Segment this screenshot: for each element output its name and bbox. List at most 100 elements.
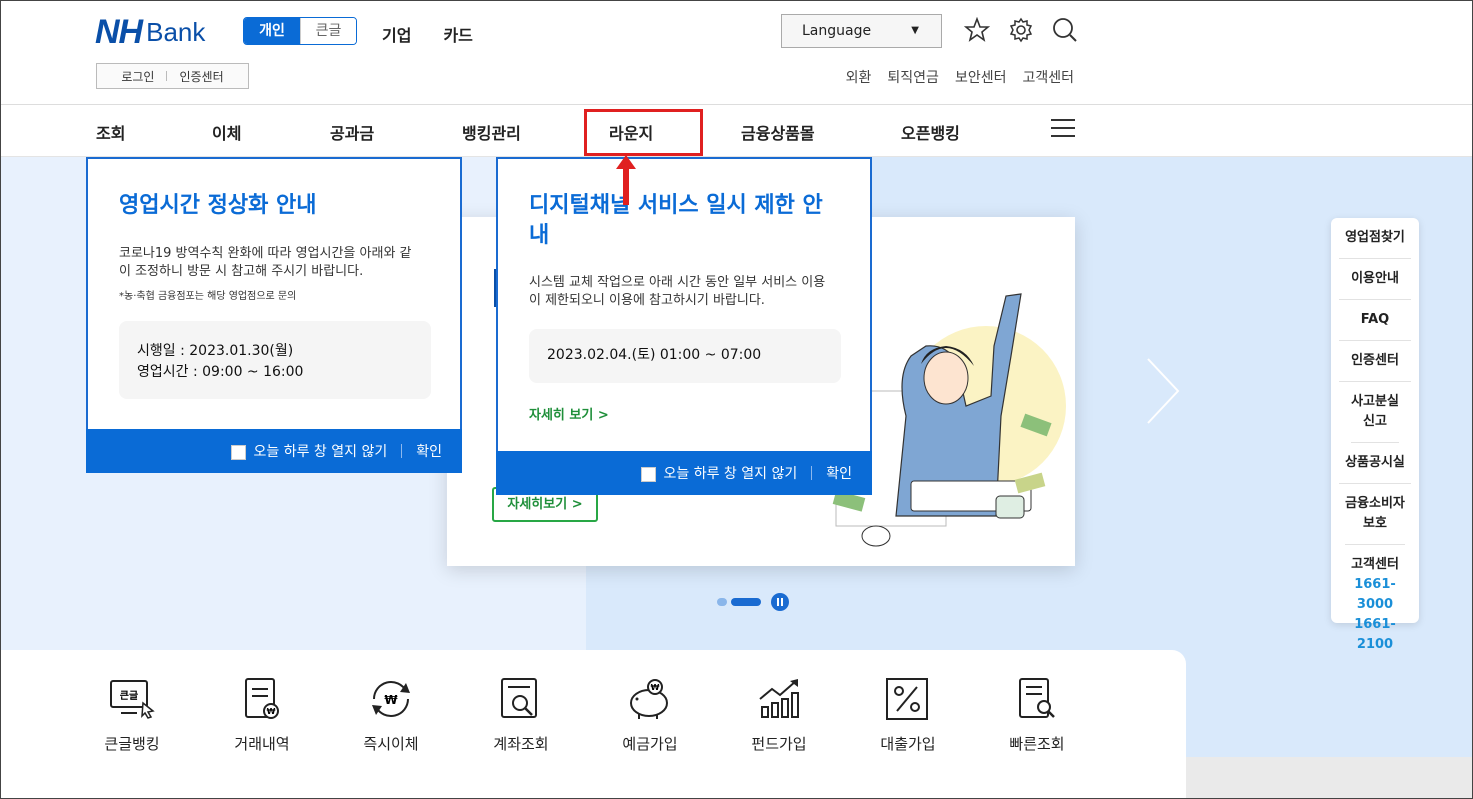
language-select[interactable]: Language ▼ <box>781 14 942 48</box>
nav-financial-mall[interactable]: 금융상품몰 <box>741 120 815 144</box>
popup-info-box: 2023.02.04.(토) 01:00 ~ 07:00 <box>529 329 841 383</box>
popup-title: 영업시간 정상화 안내 <box>119 193 317 218</box>
quick-find-branch[interactable]: 영업점찾기 <box>1339 218 1411 259</box>
nav-open-banking[interactable]: 오픈뱅킹 <box>901 120 960 144</box>
cert-center-link[interactable]: 인증센터 <box>179 68 223 85</box>
svg-text:큰글: 큰글 <box>120 690 138 702</box>
checkbox-icon <box>230 444 246 460</box>
quick-product-disclosure[interactable]: 상품공시실 <box>1339 443 1411 484</box>
quick-loss-report[interactable]: 사고분실 신고 <box>1351 382 1399 443</box>
confirm-button[interactable]: 확인 <box>416 441 442 461</box>
slide-indicator <box>717 593 789 611</box>
caret-down-icon: ▼ <box>911 25 919 36</box>
popup-info-hours: 영업시간 : 09:00 ~ 16:00 <box>137 364 304 380</box>
quick-faq[interactable]: FAQ <box>1339 300 1411 341</box>
piggy-bank-icon: ₩ <box>630 679 668 719</box>
search-icon[interactable] <box>1052 17 1078 43</box>
link-pension[interactable]: 퇴직연금 <box>887 67 939 87</box>
svg-text:₩: ₩ <box>651 683 660 692</box>
nav-utility-bills[interactable]: 공과금 <box>330 120 374 144</box>
svg-text:₩: ₩ <box>267 707 276 716</box>
star-icon[interactable] <box>963 16 991 43</box>
header-icons <box>963 16 1078 43</box>
link-customer[interactable]: 고객센터 <box>1022 67 1074 87</box>
quick-fast-inquiry[interactable]: 빠른조회 <box>982 677 1092 754</box>
checkbox-icon <box>640 466 656 482</box>
divider <box>811 466 813 480</box>
quick-cert-center[interactable]: 인증센터 <box>1339 341 1411 382</box>
quick-menu-label: 빠른조회 <box>1009 735 1065 753</box>
nh-bank-logo[interactable]: NH Bank <box>95 13 205 52</box>
dont-show-today-checkbox[interactable]: 오늘 하루 창 열지 않기 <box>640 463 798 483</box>
quick-deposit-join[interactable]: ₩ 예금가입 <box>595 677 705 754</box>
nav-transfer[interactable]: 이체 <box>212 120 241 144</box>
dont-show-today-checkbox[interactable]: 오늘 하루 창 열지 않기 <box>230 441 388 461</box>
tel-2[interactable]: 1661-2100 <box>1339 615 1411 655</box>
receipt-icon: ₩ <box>245 678 279 719</box>
customer-center-label: 고객센터 <box>1351 557 1399 572</box>
divider <box>401 444 403 458</box>
popup-note: *농·축협 금융점포는 해당 영업점으로 문의 <box>119 291 297 302</box>
site-header: NH Bank 개인 큰글 기업 카드 로그인 인증센터 Language ▼ … <box>1 1 1472 105</box>
quick-usage-guide[interactable]: 이용안내 <box>1339 259 1411 300</box>
dont-show-today-label: 오늘 하루 창 열지 않기 <box>663 466 798 482</box>
percent-icon <box>886 678 928 720</box>
logo-bank-text: Bank <box>146 17 206 47</box>
popup-footer: 오늘 하루 창 열지 않기 확인 <box>86 429 462 473</box>
popup-business-hours: 영업시간 정상화 안내 코로나19 방역수칙 완화에 따라 영업시간을 아래와 … <box>86 157 462 473</box>
login-box: 로그인 인증센터 <box>96 63 249 89</box>
popup-footer: 오늘 하루 창 열지 않기 확인 <box>496 451 872 495</box>
hamburger-menu-icon[interactable] <box>1051 119 1075 139</box>
quick-menu-label: 대출가입 <box>880 735 936 753</box>
popup-digital-service-notice: 디지털채널 서비스 일시 제한 안내 시스템 교체 작업으로 아래 시간 동안 … <box>496 157 872 495</box>
quick-side-menu: 영업점찾기 이용안내 FAQ 인증센터 사고분실 신고 상품공시실 금융소비자 … <box>1331 218 1419 652</box>
quick-large-text-banking[interactable]: 큰글 큰글뱅킹 <box>77 677 187 754</box>
link-corporate[interactable]: 기업 <box>382 22 411 46</box>
link-forex[interactable]: 외환 <box>846 67 872 87</box>
nav-banking-mgmt[interactable]: 뱅킹관리 <box>462 120 521 144</box>
slide-dot-2-active[interactable] <box>731 598 761 606</box>
slide-next-arrow-icon[interactable] <box>1143 356 1183 426</box>
quick-transaction-history[interactable]: ₩ 거래내역 <box>207 677 317 754</box>
quick-menu-label: 즉시이체 <box>363 735 419 753</box>
top-links: 기업 카드 <box>382 22 473 46</box>
tel-1[interactable]: 1661-3000 <box>1339 575 1411 615</box>
quick-menu-label: 예금가입 <box>622 735 678 753</box>
red-arrow-up-icon <box>616 155 636 205</box>
link-card[interactable]: 카드 <box>443 22 472 46</box>
quick-menu-label: 계좌조회 <box>493 735 549 753</box>
quick-consumer-protection[interactable]: 금융소비자 보호 <box>1345 484 1405 545</box>
quick-instant-transfer[interactable]: ₩ 즉시이체 <box>336 677 446 754</box>
toggle-personal[interactable]: 개인 <box>244 18 300 44</box>
link-security[interactable]: 보안센터 <box>955 67 1007 87</box>
popup-info-date: 시행일 : 2023.01.30(월) <box>137 343 294 359</box>
lounge-highlight-box <box>584 109 703 156</box>
fast-search-icon <box>1019 678 1055 718</box>
quick-loan-join[interactable]: 대출가입 <box>853 677 963 754</box>
quick-fund-join[interactable]: 펀드가입 <box>724 677 834 754</box>
popup-info-time: 2023.02.04.(토) 01:00 ~ 07:00 <box>547 347 762 363</box>
svg-text:₩: ₩ <box>384 693 398 707</box>
bar-chart-growth-icon <box>759 679 799 718</box>
nav-inquiry[interactable]: 조회 <box>96 120 125 144</box>
footer-gray-strip <box>1186 757 1472 798</box>
popup-description: 시스템 교체 작업으로 아래 시간 동안 일부 서비스 이용이 제한되오니 이용… <box>529 275 826 308</box>
toggle-large-text[interactable]: 큰글 <box>300 18 356 44</box>
login-link[interactable]: 로그인 <box>121 68 154 85</box>
popup-info-box: 시행일 : 2023.01.30(월) 영업시간 : 09:00 ~ 16:00 <box>119 321 431 399</box>
quick-menu-bar: 큰글 큰글뱅킹 ₩ 거래내역 ₩ 즉시이체 계좌조회 ₩ 예금가입 펀드가입 대… <box>1 650 1186 798</box>
quick-customer-center: 고객센터 1661-3000 1661-2100 <box>1339 545 1411 665</box>
pause-icon[interactable] <box>771 593 789 611</box>
slide-dot-1[interactable] <box>717 598 727 606</box>
large-text-monitor-icon: 큰글 <box>110 680 155 719</box>
utility-links: 외환 퇴직연금 보안센터 고객센터 <box>846 67 1074 87</box>
gear-icon[interactable] <box>1008 17 1034 43</box>
logo-nh-text: NH <box>95 13 143 51</box>
quick-account-inquiry[interactable]: 계좌조회 <box>466 677 576 754</box>
language-label: Language <box>802 23 872 39</box>
popup-description: 코로나19 방역수칙 완화에 따라 영업시간을 아래와 같이 조정하니 방문 시… <box>119 246 412 279</box>
confirm-button[interactable]: 확인 <box>826 463 852 483</box>
dont-show-today-label: 오늘 하루 창 열지 않기 <box>253 444 388 460</box>
popup-more-link[interactable]: 자세히 보기 > <box>529 404 609 423</box>
divider <box>166 71 168 81</box>
